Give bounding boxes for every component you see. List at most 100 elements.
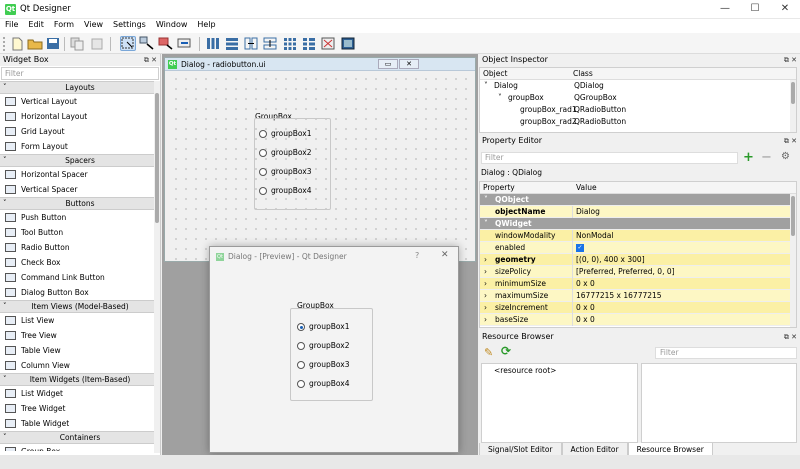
layout-form-icon[interactable]: [301, 36, 317, 51]
preview-radio-label[interactable]: groupBox4: [309, 379, 350, 388]
property-row[interactable]: › minimumSize 0 x 0: [480, 278, 796, 290]
widget-box-filter-input[interactable]: Filter: [1, 67, 159, 80]
scrollbar-thumb[interactable]: [791, 196, 795, 236]
widget-item[interactable]: List View: [0, 313, 160, 328]
reload-icon[interactable]: ⟳: [501, 344, 511, 358]
widget-item[interactable]: Table Widget: [0, 416, 160, 431]
radio-indicator[interactable]: [259, 168, 267, 176]
radio-button[interactable]: [297, 342, 305, 350]
radio-button[interactable]: [297, 323, 305, 331]
form-radio-label[interactable]: groupBox1: [271, 129, 312, 138]
add-property-icon[interactable]: +: [743, 150, 754, 165]
form-radio-label[interactable]: groupBox2: [271, 148, 312, 157]
layout-grid-icon[interactable]: [282, 36, 298, 51]
resource-filter-input[interactable]: Filter: [655, 347, 797, 359]
layout-h-splitter-icon[interactable]: [243, 36, 259, 51]
menu-settings[interactable]: Settings: [108, 19, 151, 29]
widget-item[interactable]: Horizontal Layout: [0, 109, 160, 124]
object-tree-row[interactable]: groupBox_rad1 QRadioButton: [480, 104, 796, 116]
property-row[interactable]: › baseSize 0 x 0: [480, 314, 796, 326]
scrollbar-thumb[interactable]: [155, 93, 159, 223]
property-value[interactable]: 0 x 0: [576, 302, 595, 314]
property-row[interactable]: › maximumSize 16777215 x 16777215: [480, 290, 796, 302]
property-value[interactable]: 16777215 x 16777215: [576, 290, 662, 302]
preview-dialog[interactable]: Qt Dialog - [Preview] - Qt Designer ? ✕ …: [209, 246, 459, 453]
property-row[interactable]: › sizePolicy [Preferred, Preferred, 0, 0]: [480, 266, 796, 278]
radio-button[interactable]: [297, 361, 305, 369]
object-inspector-tree[interactable]: Object Class ˅ Dialog QDialog ˅ groupBox QGro…: [479, 67, 797, 133]
widget-item[interactable]: Command Link Button: [0, 270, 160, 285]
toolbar-handle[interactable]: [3, 37, 5, 51]
save-icon[interactable]: [45, 36, 61, 51]
layout-vertical-icon[interactable]: [224, 36, 240, 51]
paste-icon[interactable]: [89, 36, 105, 51]
edit-tab-order-icon[interactable]: [177, 36, 193, 51]
property-value[interactable]: 0 x 0: [576, 278, 595, 290]
form-canvas[interactable]: GroupBox groupBox1 groupBox2 groupBox3 grou…: [171, 74, 471, 260]
radio-button[interactable]: [297, 380, 305, 388]
preview-radio-label[interactable]: groupBox3: [309, 360, 350, 369]
property-value[interactable]: [(0, 0), 400 x 300]: [576, 254, 645, 266]
menu-window[interactable]: Window: [151, 19, 193, 29]
preview-close-button[interactable]: ✕: [441, 250, 449, 260]
property-table[interactable]: Property Value ˅ QObject objectName Dialog ˅…: [479, 181, 797, 328]
chevron-down-icon[interactable]: ˅: [484, 80, 488, 92]
property-scrollbar[interactable]: [790, 194, 796, 327]
widget-item[interactable]: Vertical Spacer: [0, 182, 160, 197]
chevron-right-icon[interactable]: ›: [484, 290, 487, 302]
break-layout-icon[interactable]: [320, 36, 336, 51]
property-value[interactable]: Dialog: [576, 206, 600, 218]
widget-item[interactable]: Dialog Button Box: [0, 285, 160, 300]
open-folder-icon[interactable]: [27, 36, 43, 51]
category-header[interactable]: ˅ Layouts: [0, 81, 160, 94]
menu-view[interactable]: View: [79, 19, 108, 29]
maximize-button[interactable]: ☐: [740, 0, 770, 19]
widget-item[interactable]: Check Box: [0, 255, 160, 270]
resource-list[interactable]: [641, 363, 797, 443]
chevron-right-icon[interactable]: ›: [484, 254, 487, 266]
category-header[interactable]: ˅ Spacers: [0, 154, 160, 167]
preview-radio-label[interactable]: groupBox1: [309, 322, 350, 331]
menu-edit[interactable]: Edit: [23, 19, 49, 29]
widget-item[interactable]: Form Layout: [0, 139, 160, 154]
preview-radio-label[interactable]: groupBox2: [309, 341, 350, 350]
widget-item[interactable]: Push Button: [0, 210, 160, 225]
widget-item[interactable]: Radio Button: [0, 240, 160, 255]
chevron-down-icon[interactable]: ˅: [498, 92, 502, 104]
edit-buddies-icon[interactable]: [158, 36, 174, 51]
radio-indicator[interactable]: [259, 149, 267, 157]
minimize-button[interactable]: —: [710, 0, 740, 19]
remove-property-icon[interactable]: −: [761, 150, 772, 165]
widget-item[interactable]: Column View: [0, 358, 160, 373]
dock-float-close-icon[interactable]: ⧉ ✕: [144, 54, 157, 66]
property-value[interactable]: [Preferred, Preferred, 0, 0]: [576, 266, 675, 278]
scrollbar-thumb[interactable]: [791, 82, 795, 104]
widget-item[interactable]: Grid Layout: [0, 124, 160, 139]
form-minimize-button[interactable]: ▭: [378, 59, 398, 69]
property-row[interactable]: objectName Dialog: [480, 206, 796, 218]
close-button[interactable]: ✕: [770, 0, 800, 19]
chevron-right-icon[interactable]: ›: [484, 314, 487, 326]
widget-item[interactable]: List Widget: [0, 386, 160, 401]
category-header[interactable]: ˅ Containers: [0, 431, 160, 444]
category-header[interactable]: ˅ Item Views (Model-Based): [0, 300, 160, 313]
object-inspector-scrollbar[interactable]: [790, 80, 796, 132]
widget-item[interactable]: Group Box: [0, 444, 160, 451]
layout-horizontal-icon[interactable]: [205, 36, 221, 51]
chevron-right-icon[interactable]: ›: [484, 266, 487, 278]
chevron-down-icon[interactable]: ˅: [484, 218, 488, 230]
radio-indicator[interactable]: [259, 130, 267, 138]
form-close-button[interactable]: ✕: [399, 59, 419, 69]
menu-help[interactable]: Help: [192, 19, 220, 29]
chevron-right-icon[interactable]: ›: [484, 302, 487, 314]
dock-float-close-icon[interactable]: ⧉ ✕: [784, 54, 797, 66]
layout-v-splitter-icon[interactable]: [262, 36, 278, 51]
property-section[interactable]: ˅ QWidget: [480, 218, 796, 230]
property-row[interactable]: › geometry [(0, 0), 400 x 300]: [480, 254, 796, 266]
object-tree-row[interactable]: ˅ groupBox QGroupBox: [480, 92, 796, 104]
chevron-down-icon[interactable]: ˅: [484, 194, 488, 206]
widget-item[interactable]: Tool Button: [0, 225, 160, 240]
menu-form[interactable]: Form: [49, 19, 79, 29]
adjust-size-icon[interactable]: [340, 36, 356, 51]
widget-box-scrollbar[interactable]: [154, 81, 160, 453]
